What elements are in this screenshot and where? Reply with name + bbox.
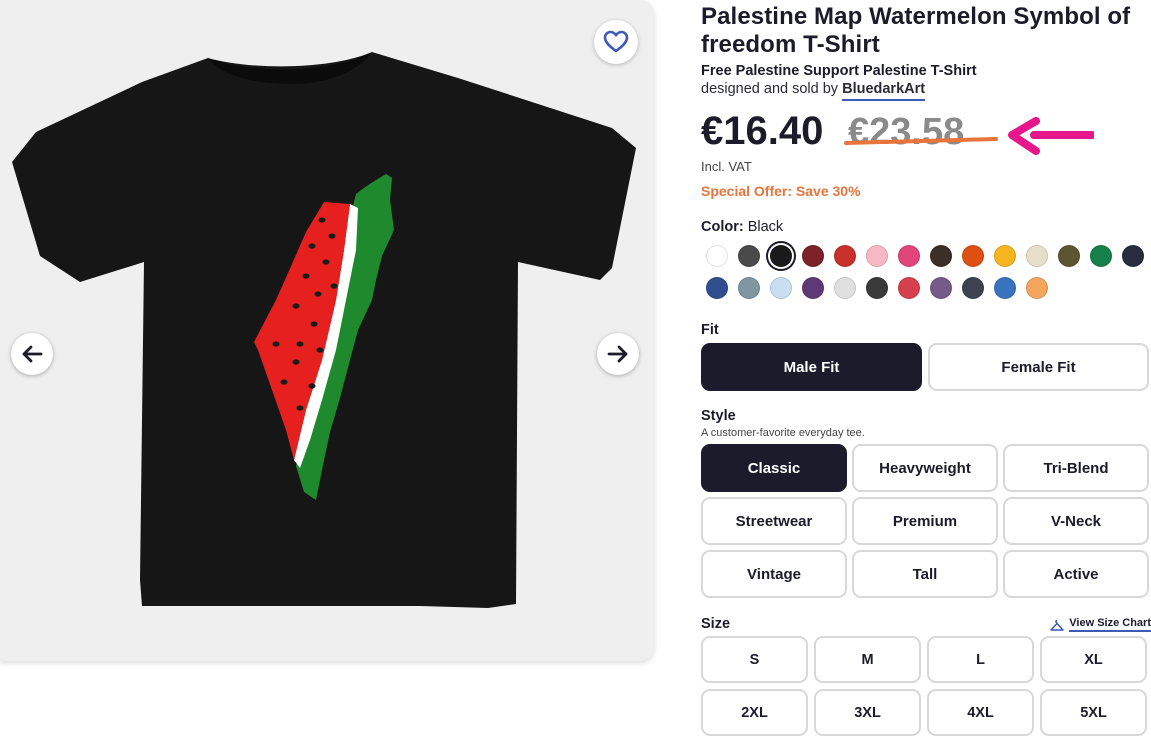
size-header: Size View Size Chart [701, 616, 1151, 632]
selected-color: Black [747, 219, 784, 235]
size-chart-label: View Size Chart [1069, 617, 1151, 632]
size-option-3xl[interactable]: 3XL [814, 689, 921, 736]
color-swatch[interactable] [802, 245, 824, 267]
color-swatch[interactable] [994, 277, 1016, 299]
color-swatch[interactable] [706, 277, 728, 299]
size-option-4xl[interactable]: 4XL [927, 689, 1034, 736]
color-swatch[interactable] [834, 277, 856, 299]
size-option-l[interactable]: L [927, 636, 1034, 683]
swatch-row-1 [701, 240, 1151, 272]
size-option-2xl[interactable]: 2XL [701, 689, 808, 736]
color-swatch[interactable] [834, 245, 856, 267]
color-swatch[interactable] [802, 277, 824, 299]
artist-link[interactable]: BluedarkArt [842, 81, 926, 101]
price-row: €16.40 €23.58 [701, 103, 1151, 161]
style-option-v-neck[interactable]: V-Neck [1003, 497, 1149, 545]
style-option-tri-blend[interactable]: Tri-Blend [1003, 444, 1149, 492]
designed-by: designed and sold by BluedarkArt [701, 81, 1151, 101]
color-swatch[interactable] [994, 245, 1016, 267]
color-swatch[interactable] [930, 245, 952, 267]
style-description: A customer-favorite everyday tee. [701, 427, 865, 439]
size-option-s[interactable]: S [701, 636, 808, 683]
color-swatch[interactable] [898, 277, 920, 299]
color-swatch[interactable] [1058, 245, 1080, 267]
tshirt-image [12, 52, 636, 608]
style-option-vintage[interactable]: Vintage [701, 550, 847, 598]
heart-icon [603, 30, 629, 53]
style-option-classic[interactable]: Classic [701, 444, 847, 492]
style-option-tall[interactable]: Tall [852, 550, 998, 598]
size-options: S M L XL 2XL 3XL 4XL 5XL [701, 636, 1151, 736]
color-swatch[interactable] [962, 245, 984, 267]
previous-image-button[interactable] [11, 333, 53, 375]
color-swatch[interactable] [738, 277, 760, 299]
current-price: €16.40 [701, 109, 824, 153]
fit-option-female[interactable]: Female Fit [928, 343, 1149, 391]
hanger-icon [1050, 619, 1065, 631]
product-image-panel [0, 0, 654, 661]
style-label: Style [701, 408, 736, 424]
product-title: Palestine Map Watermelon Symbol of freed… [701, 3, 1131, 58]
next-image-button[interactable] [597, 333, 639, 375]
color-swatch[interactable] [930, 277, 952, 299]
color-swatch[interactable] [706, 245, 728, 267]
original-price: €23.58 [848, 111, 965, 153]
style-option-premium[interactable]: Premium [852, 497, 998, 545]
product-details: Palestine Map Watermelon Symbol of freed… [701, 0, 1151, 736]
special-offer: Special Offer: Save 30% [701, 183, 861, 199]
size-option-m[interactable]: M [814, 636, 921, 683]
fit-label: Fit [701, 322, 719, 338]
color-swatch[interactable] [1026, 277, 1048, 299]
color-swatch[interactable] [1090, 245, 1112, 267]
color-swatch[interactable] [898, 245, 920, 267]
fit-options: Male Fit Female Fit [701, 343, 1151, 391]
color-swatches [701, 240, 1151, 304]
favorite-button[interactable] [594, 20, 638, 64]
size-option-xl[interactable]: XL [1040, 636, 1147, 683]
size-label: Size [701, 616, 731, 632]
style-option-active[interactable]: Active [1003, 550, 1149, 598]
arrow-left-icon [22, 345, 43, 363]
color-swatch[interactable] [1122, 245, 1144, 267]
color-swatch[interactable] [962, 277, 984, 299]
swatch-row-2 [701, 272, 1151, 304]
color-label-key: Color: [701, 219, 744, 235]
color-swatch[interactable] [866, 277, 888, 299]
style-option-streetwear[interactable]: Streetwear [701, 497, 847, 545]
designed-by-prefix: designed and sold by [701, 81, 839, 97]
style-option-heavyweight[interactable]: Heavyweight [852, 444, 998, 492]
fit-option-male[interactable]: Male Fit [701, 343, 922, 391]
pink-arrow-annotation [1008, 117, 1094, 155]
color-swatch[interactable] [1026, 245, 1048, 267]
color-swatch[interactable] [770, 277, 792, 299]
arrow-right-icon [607, 345, 628, 363]
color-swatch[interactable] [738, 245, 760, 267]
color-label: Color: Black [701, 219, 1151, 235]
size-option-5xl[interactable]: 5XL [1040, 689, 1147, 736]
style-options: Classic Heavyweight Tri-Blend Streetwear… [701, 444, 1151, 598]
vat-note: Incl. VAT [701, 159, 752, 174]
product-subtitle: Free Palestine Support Palestine T-Shirt [701, 63, 977, 79]
size-chart-link[interactable]: View Size Chart [1050, 617, 1151, 632]
color-swatch[interactable] [866, 245, 888, 267]
color-swatch[interactable] [770, 245, 792, 267]
